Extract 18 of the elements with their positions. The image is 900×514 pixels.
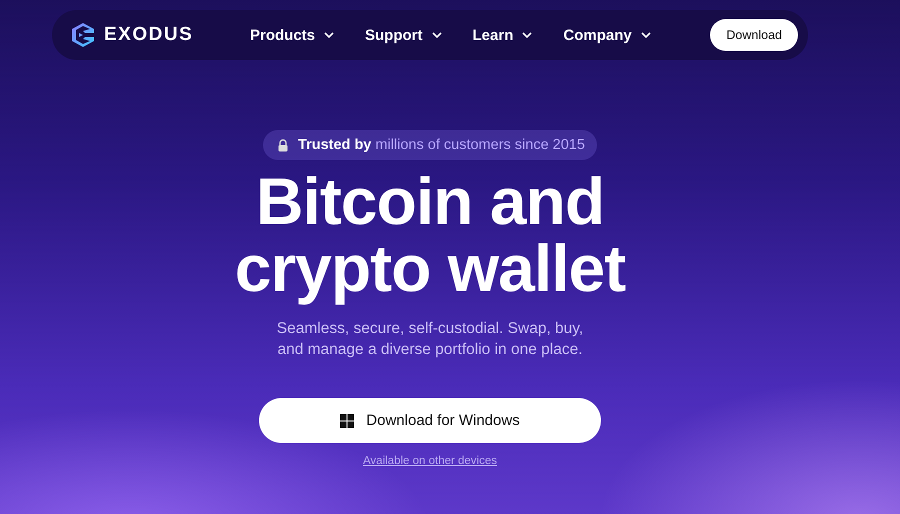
logo-wordmark[interactable]: EXODUS	[104, 24, 194, 46]
download-windows-button[interactable]: Download for Windows	[259, 398, 601, 444]
nav-menu-item[interactable]: Learn	[472, 26, 532, 44]
chevron-down-icon	[324, 32, 334, 38]
chevron-down-icon	[640, 32, 651, 38]
hero-subtitle: and manage a diverse portfolio in one place.	[277, 340, 583, 360]
nav-menu-item[interactable]: Company	[563, 26, 651, 44]
other-devices-link[interactable]: Available on other devices	[362, 455, 498, 468]
trust-text: Trusted by millions of customers since 2015	[298, 137, 585, 153]
download-button[interactable]: Download	[710, 19, 798, 51]
chevron-down-icon	[522, 32, 532, 38]
chevron-down-icon	[432, 32, 442, 38]
logo-icon	[70, 22, 96, 48]
nav-menu-item[interactable]: Support	[365, 26, 442, 44]
windows-icon	[340, 414, 354, 428]
nav-menu-item[interactable]: Products	[250, 26, 334, 44]
lock-icon	[277, 138, 290, 152]
hero-subtitle: Seamless, secure, self-custodial. Swap, buy,	[276, 319, 584, 340]
